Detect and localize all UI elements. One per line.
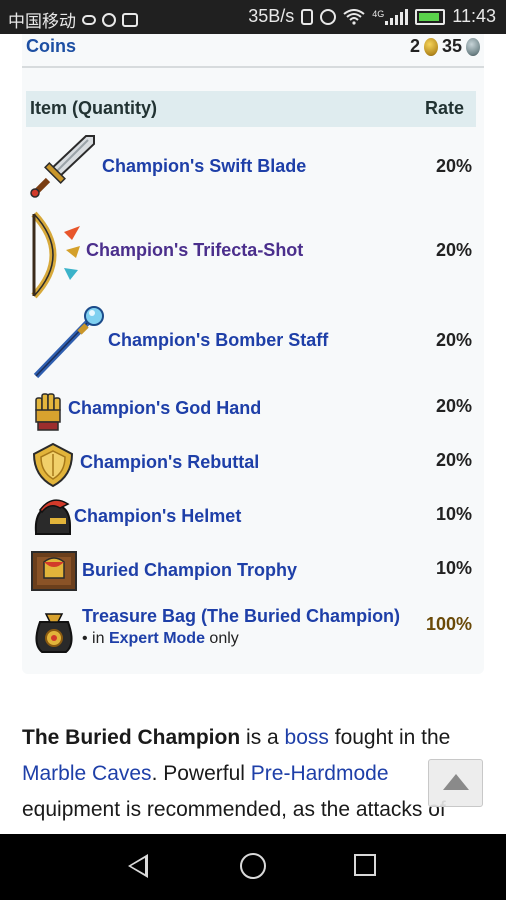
expert-note-suffix: only: [209, 630, 239, 647]
para-text: equipment is recommended, as the attacks…: [22, 798, 446, 821]
recent-apps-icon[interactable]: [354, 854, 376, 876]
home-icon[interactable]: [240, 853, 266, 879]
item-link[interactable]: Buried Champion Trophy: [82, 560, 297, 581]
cloud-icon: [82, 14, 96, 25]
expert-note-prefix: • in: [82, 630, 105, 647]
expert-note: • in Expert Mode only: [82, 630, 239, 648]
table-row: Champion's God Hand 20%: [26, 386, 476, 436]
item-rate: 20%: [435, 450, 472, 470]
table-header: Item (Quantity) Rate: [26, 91, 476, 127]
item-rate: 20%: [435, 330, 472, 350]
item-rate: 100%: [425, 614, 472, 634]
item-rate: 20%: [435, 396, 472, 416]
marble-caves-link[interactable]: Marble Caves: [22, 762, 152, 785]
boss-link[interactable]: boss: [285, 726, 329, 749]
item-link[interactable]: Champion's Swift Blade: [102, 156, 306, 177]
navigation-bar: [0, 834, 506, 900]
gauntlet-icon[interactable]: [30, 388, 66, 432]
item-rate: 20%: [435, 240, 472, 260]
status-left: 中国移动: [8, 7, 138, 32]
sword-icon[interactable]: [30, 134, 98, 198]
item-link[interactable]: Champion's Trifecta-Shot: [86, 240, 303, 261]
table-row: Treasure Bag (The Buried Champion) 100% …: [26, 600, 476, 662]
clock: 11:43: [452, 6, 496, 26]
staff-icon[interactable]: [30, 304, 106, 382]
intro-paragraph: The Buried Champion is a boss fought in …: [22, 720, 482, 828]
header-rate: Rate: [424, 98, 464, 118]
coins-row: Coins 2 35: [22, 34, 484, 68]
para-text: is a: [240, 726, 285, 749]
table-row: Champion's Trifecta-Shot 20%: [26, 206, 476, 300]
item-link[interactable]: Champion's Rebuttal: [80, 452, 259, 473]
item-rate: 20%: [435, 156, 472, 176]
item-rate: 10%: [435, 504, 472, 524]
table-row: Buried Champion Trophy 10%: [26, 546, 476, 598]
coins-value: 2 35: [410, 36, 480, 57]
platinum-coin-count: 35: [441, 36, 462, 56]
table-row: Champion's Rebuttal 20%: [26, 438, 476, 490]
trophy-icon[interactable]: [30, 548, 78, 594]
treasure-bag-icon[interactable]: [30, 604, 78, 656]
para-text: fought in the: [328, 726, 451, 749]
carrier-label: 中国移动: [8, 12, 76, 31]
back-icon[interactable]: [128, 854, 148, 878]
network-speed: 35B/s: [248, 6, 295, 26]
vibrate-icon: [301, 8, 314, 25]
status-right: 35B/s 4G 11:43: [248, 6, 496, 27]
battery-icon: [415, 8, 446, 25]
table-row: Champion's Helmet 10%: [26, 492, 476, 544]
network-type: 4G: [372, 8, 385, 19]
gold-coin-count: 2: [409, 36, 420, 56]
item-rate: 10%: [435, 558, 472, 578]
table-row: Champion's Bomber Staff 20%: [26, 302, 476, 384]
shield-icon[interactable]: [30, 442, 76, 488]
table-row: Champion's Swift Blade 20%: [26, 130, 476, 202]
arrow-up-icon: [443, 774, 469, 790]
expert-mode-link[interactable]: Expert Mode: [109, 630, 205, 647]
bow-icon[interactable]: [28, 210, 84, 300]
location-icon: [102, 12, 116, 27]
item-link[interactable]: Champion's Helmet: [74, 506, 241, 527]
alarm-icon: [320, 8, 337, 25]
boss-name: The Buried Champion: [22, 726, 241, 749]
page-content: Coins 2 35 Item (Quantity) Rate Champion…: [0, 34, 506, 834]
scroll-to-top-button[interactable]: [428, 759, 483, 807]
helmet-icon[interactable]: [30, 496, 74, 540]
signal-icon: [385, 8, 409, 25]
platinum-coin-icon: [466, 37, 480, 56]
image-icon: [122, 12, 138, 27]
coins-link[interactable]: Coins: [26, 36, 76, 57]
signal-group: 4G: [372, 8, 409, 25]
pre-hardmode-link[interactable]: Pre-Hardmode: [251, 762, 389, 785]
para-text: . Powerful: [151, 762, 251, 785]
status-bar: 中国移动 35B/s 4G 11:43: [0, 0, 506, 34]
header-item: Item (Quantity): [30, 98, 158, 118]
item-link[interactable]: Champion's God Hand: [68, 398, 261, 419]
item-link[interactable]: Champion's Bomber Staff: [108, 330, 328, 351]
wifi-icon: [343, 8, 365, 25]
gold-coin-icon: [423, 37, 438, 56]
item-link[interactable]: Treasure Bag (The Buried Champion): [82, 606, 400, 627]
